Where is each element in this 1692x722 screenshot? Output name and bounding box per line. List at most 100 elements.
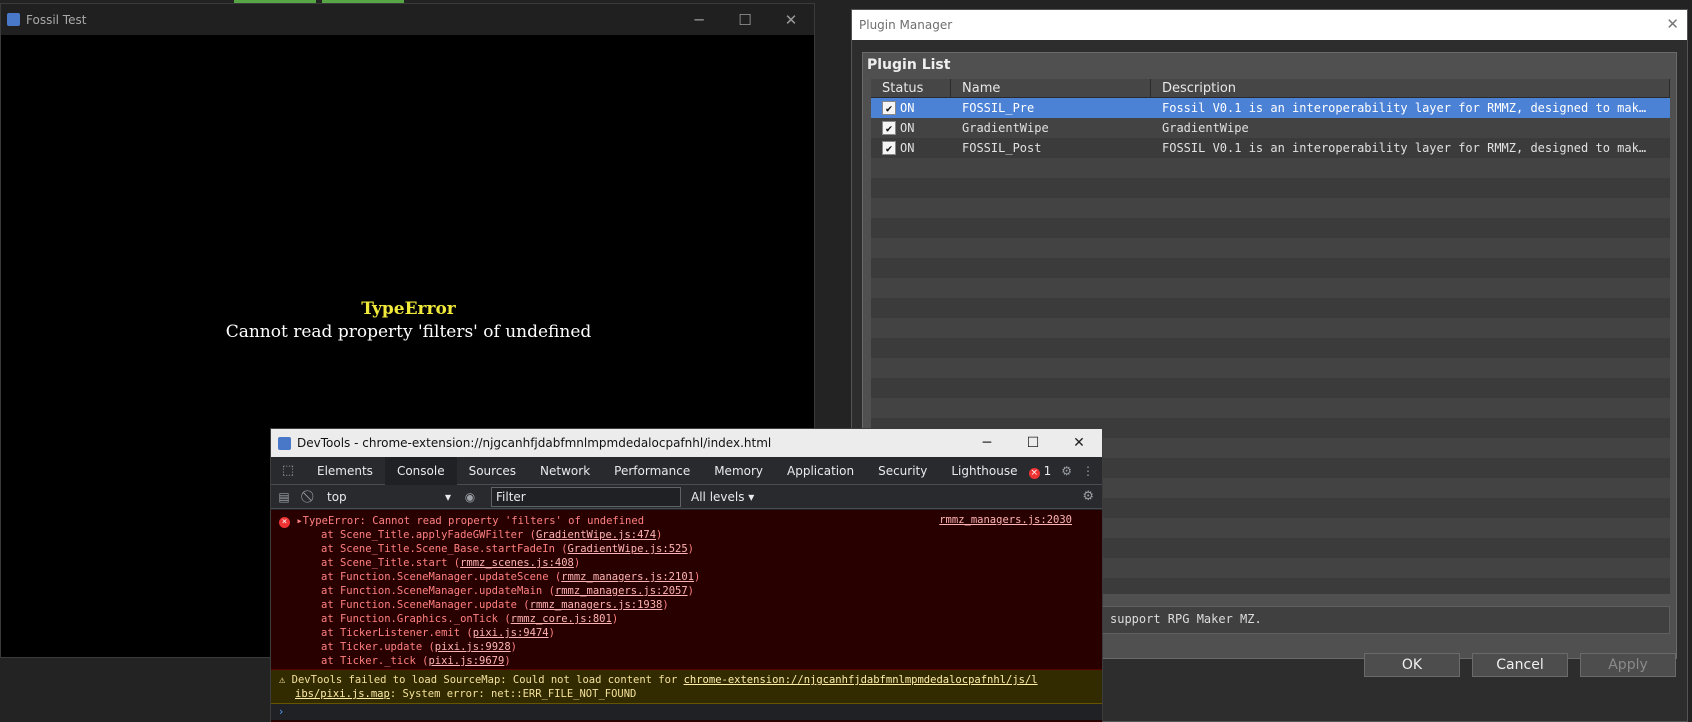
checkbox-icon[interactable]: ✔ bbox=[882, 121, 896, 135]
stack-frame-text: at Function.Graphics._onTick ( bbox=[321, 613, 511, 625]
stack-frame-link[interactable]: rmmz_core.js:801 bbox=[511, 613, 612, 625]
stack-frame-link[interactable]: rmmz_managers.js:2101 bbox=[561, 571, 694, 583]
devtools-titlebar: DevTools - chrome-extension://njgcanhfjd… bbox=[271, 429, 1102, 457]
stack-frame-link[interactable]: GradientWipe.js:525 bbox=[568, 543, 688, 555]
console-error-message[interactable]: × ▸TypeError: Cannot read property 'filt… bbox=[271, 510, 1102, 670]
tab-elements[interactable]: Elements bbox=[305, 457, 385, 485]
stack-frame-link[interactable]: rmmz_managers.js:2057 bbox=[555, 585, 688, 597]
stack-frame-close: ) bbox=[687, 543, 694, 555]
plugin-row[interactable]: ✔ ON FOSSIL_Post FOSSIL V0.1 is an intero… bbox=[871, 138, 1670, 158]
plugin-manager-titlebar: Plugin Manager ✕ bbox=[852, 10, 1687, 40]
stack-frame: at Scene_Title.Scene_Base.startFadeIn (G… bbox=[279, 542, 1102, 556]
empty-row bbox=[871, 358, 1670, 378]
error-count: 1 bbox=[1043, 463, 1052, 478]
maximize-icon[interactable]: ☐ bbox=[722, 4, 768, 35]
levels-dropdown[interactable]: All levels ▾ bbox=[691, 490, 754, 504]
devtools-tab-actions: × 1 ⚙ ⋮ bbox=[1028, 457, 1094, 485]
apply-button[interactable]: Apply bbox=[1580, 653, 1676, 677]
column-header-description[interactable]: Description bbox=[1151, 79, 1670, 97]
gear-icon[interactable]: ⚙ bbox=[1082, 489, 1094, 504]
tab-sources[interactable]: Sources bbox=[457, 457, 528, 485]
stack-frame-link[interactable]: pixi.js:9474 bbox=[473, 627, 549, 639]
stack-frame-link[interactable]: pixi.js:9928 bbox=[435, 641, 511, 653]
plugin-status: ON bbox=[900, 121, 915, 135]
stack-frame-close: ) bbox=[548, 627, 555, 639]
close-icon[interactable]: ✕ bbox=[768, 4, 814, 35]
plugin-list-label: Plugin List bbox=[867, 57, 951, 73]
warning-text: : System error: net::ERR_FILE_NOT_FOUND bbox=[389, 688, 637, 700]
devtools-tabs: ⬚ Elements Console Sources Network Perfo… bbox=[271, 456, 1102, 485]
empty-row bbox=[871, 178, 1670, 198]
plugin-status: ON bbox=[900, 141, 915, 155]
filter-input[interactable]: Filter bbox=[491, 486, 681, 507]
close-icon[interactable]: ✕ bbox=[1056, 429, 1102, 457]
column-header-name[interactable]: Name bbox=[951, 79, 1151, 97]
gear-icon[interactable]: ⚙ bbox=[1061, 464, 1072, 478]
empty-row bbox=[871, 338, 1670, 358]
column-header-status[interactable]: Status bbox=[871, 79, 951, 97]
inspect-element-icon[interactable]: ⬚ bbox=[271, 463, 305, 478]
tab-memory[interactable]: Memory bbox=[702, 457, 775, 485]
plugin-status: ON bbox=[900, 101, 915, 115]
checkbox-icon[interactable]: ✔ bbox=[882, 141, 896, 155]
cancel-button[interactable]: Cancel bbox=[1472, 653, 1568, 677]
minimize-icon[interactable]: ─ bbox=[964, 429, 1010, 457]
empty-row bbox=[871, 298, 1670, 318]
tab-performance[interactable]: Performance bbox=[602, 457, 702, 485]
plugin-description: FOSSIL V0.1 is an interoperability layer… bbox=[1162, 141, 1654, 155]
app-icon bbox=[278, 436, 291, 450]
stack-frame-link[interactable]: pixi.js:9679 bbox=[428, 655, 504, 667]
game-window-controls: ─ ☐ ✕ bbox=[676, 4, 814, 35]
stack-frame-link[interactable]: GradientWipe.js:474 bbox=[536, 529, 656, 541]
stack-frame: at Scene_Title.start (rmmz_scenes.js:408… bbox=[279, 556, 1102, 570]
error-icon: × bbox=[1028, 467, 1040, 479]
tab-console[interactable]: Console bbox=[384, 456, 457, 485]
stack-frame-text: at TickerListener.emit ( bbox=[321, 627, 473, 639]
minimize-icon[interactable]: ─ bbox=[676, 4, 722, 35]
console-toolbar: ▤ ⃠ top ▾ ◉ Filter All levels ▾ ⚙ bbox=[271, 485, 1102, 509]
devtools-window-controls: ─ ☐ ✕ bbox=[964, 429, 1102, 457]
game-window-title: Fossil Test bbox=[26, 12, 87, 27]
context-selector[interactable]: top ▾ bbox=[323, 490, 457, 504]
console-output: × ▸TypeError: Cannot read property 'filt… bbox=[271, 510, 1102, 722]
levels-value: All levels bbox=[691, 489, 745, 504]
empty-row bbox=[871, 158, 1670, 178]
stack-frame: at Function.SceneManager.update (rmmz_ma… bbox=[279, 598, 1102, 612]
maximize-icon[interactable]: ☐ bbox=[1010, 429, 1056, 457]
stack-frame-close: ) bbox=[611, 613, 619, 625]
plugin-table-header: Status Name Description bbox=[871, 79, 1670, 98]
warning-link[interactable]: ibs/pixi.js.map bbox=[295, 688, 390, 700]
stack-frame-text: at Ticker.update ( bbox=[321, 641, 435, 653]
stack-frame-close: ) bbox=[662, 599, 669, 611]
warning-link[interactable]: chrome-extension://njgcanhfjdabfmnlmpmde… bbox=[684, 674, 1038, 686]
warning-text: DevTools failed to load SourceMap: Could… bbox=[291, 674, 684, 686]
more-menu-icon[interactable]: ⋮ bbox=[1082, 464, 1094, 478]
plugin-name: GradientWipe bbox=[962, 121, 1049, 135]
plugin-manager-title: Plugin Manager bbox=[859, 18, 953, 32]
checkbox-icon[interactable]: ✔ bbox=[882, 101, 896, 115]
console-warning-message[interactable]: ⚠ DevTools failed to load SourceMap: Cou… bbox=[271, 670, 1102, 704]
tab-security[interactable]: Security bbox=[866, 457, 939, 485]
dropdown-arrow-icon: ▾ bbox=[444, 489, 451, 504]
ok-button[interactable]: OK bbox=[1364, 653, 1460, 677]
empty-row bbox=[871, 278, 1670, 298]
stack-frame-link[interactable]: rmmz_managers.js:1938 bbox=[530, 599, 663, 611]
stack-frame: at TickerListener.emit (pixi.js:9474) bbox=[279, 626, 1102, 640]
stack-frame-close: ) bbox=[510, 641, 517, 653]
error-counter[interactable]: × 1 bbox=[1028, 463, 1052, 479]
tab-network[interactable]: Network bbox=[528, 457, 602, 485]
plugin-row[interactable]: ✔ ON GradientWipe GradientWipe bbox=[871, 118, 1670, 138]
console-prompt[interactable]: › bbox=[271, 704, 1102, 720]
plugin-name: FOSSIL_Pre bbox=[962, 101, 1035, 115]
tab-lighthouse[interactable]: Lighthouse bbox=[939, 457, 1029, 485]
close-icon[interactable]: ✕ bbox=[1666, 15, 1679, 33]
plugin-row[interactable]: ✔ ON FOSSIL_Pre Fossil V0.1 is an interop… bbox=[871, 98, 1670, 118]
eye-icon[interactable]: ◉ bbox=[457, 490, 483, 504]
sidebar-toggle-icon[interactable]: ▤ bbox=[271, 490, 297, 504]
clear-console-icon[interactable]: ⃠ bbox=[297, 489, 323, 504]
tab-application[interactable]: Application bbox=[775, 457, 866, 485]
stack-frame: at Function.Graphics._onTick (rmmz_core.… bbox=[279, 612, 1102, 626]
stack-frame-link[interactable]: rmmz_scenes.js:408 bbox=[460, 557, 574, 569]
error-source-link[interactable]: rmmz_managers.js:2030 bbox=[939, 514, 1072, 526]
stack-frame: at Scene_Title.applyFadeGWFilter (Gradie… bbox=[279, 528, 1102, 542]
